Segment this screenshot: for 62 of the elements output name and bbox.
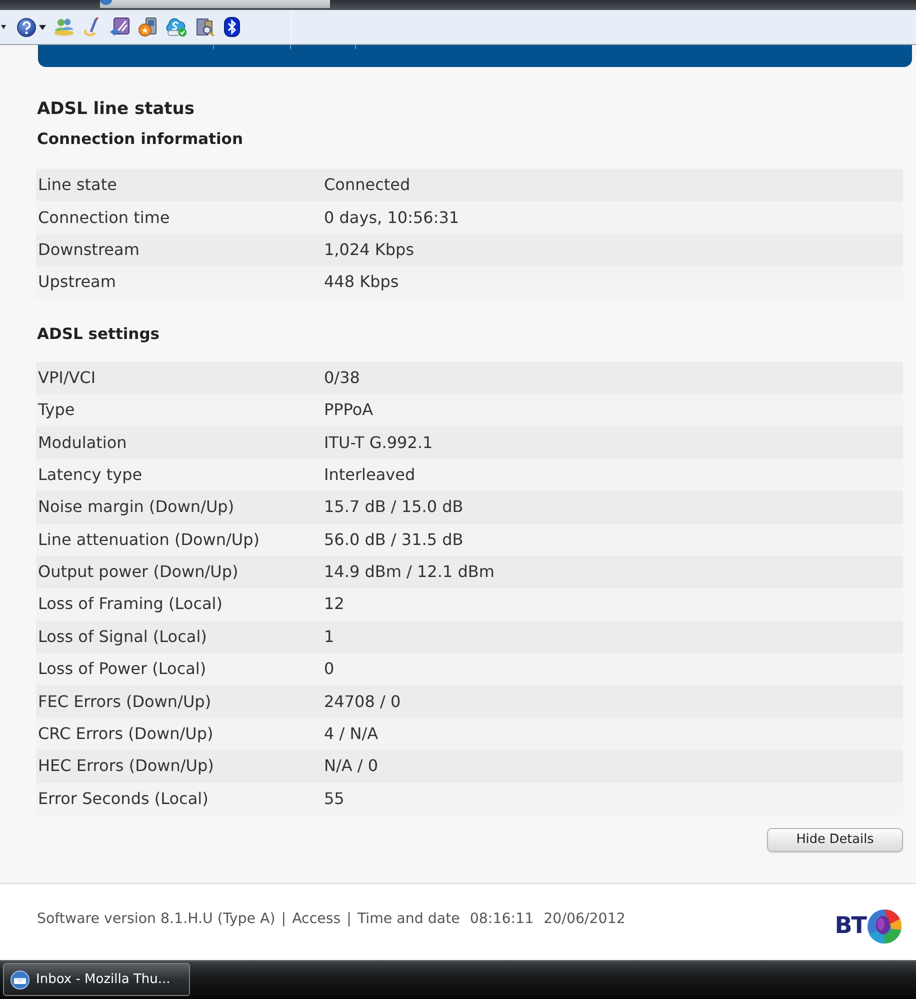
phone-badge-icon[interactable] [138, 17, 158, 37]
device-arrow-icon[interactable] [110, 17, 130, 37]
software-version-text: Software version 8.1.H.U (Type A) [37, 910, 276, 930]
field-value: 1 [324, 626, 334, 646]
field-value: 1,024 Kbps [324, 240, 414, 259]
field-value: 448 Kbps [324, 272, 399, 292]
field-label: Loss of Framing (Local) [38, 594, 222, 614]
caret-icon[interactable] [39, 24, 46, 30]
field-label: Connection time [38, 208, 170, 227]
separator-text: | [346, 910, 352, 930]
field-label: Downstream [38, 240, 140, 259]
field-label: Output power (Down/Up) [38, 562, 238, 582]
mail-icon [10, 970, 30, 990]
caret-icon[interactable] [1, 25, 6, 29]
document-search-icon[interactable] [195, 17, 216, 37]
taskbar-button[interactable]: Inbox - Mozilla Thu... [3, 963, 190, 996]
field-value: 55 [324, 788, 344, 808]
field-value: 4 / N/A [324, 724, 378, 744]
field-value: 24708 / 0 [324, 692, 401, 711]
field-value: 12 [324, 594, 344, 614]
field-label: FEC Errors (Down/Up) [38, 692, 212, 711]
field-label: Latency type [38, 464, 142, 484]
logo-globe-icon [866, 908, 903, 944]
field-label: HEC Errors (Down/Up) [38, 756, 214, 776]
field-label: Error Seconds (Local) [38, 788, 208, 808]
field-label: CRC Errors (Down/Up) [38, 724, 214, 744]
field-value: Interleaved [324, 464, 416, 484]
tab-icon [100, 0, 112, 5]
field-label: VPI/VCI [38, 368, 96, 387]
logo-text: BT [834, 914, 866, 938]
section-heading: Connection information [37, 129, 244, 149]
field-label: Modulation [38, 432, 127, 452]
cloud-check-icon[interactable] [166, 17, 187, 37]
date-text: 20/06/2012 [544, 910, 626, 930]
page-title: ADSL line status [37, 98, 196, 120]
field-value: Connected [324, 175, 410, 194]
field-value: PPPoA [324, 400, 374, 420]
field-value: 56.0 dB / 31.5 dB [324, 530, 464, 549]
field-value: 0 days, 10:56:31 [324, 208, 460, 227]
separator-text: | [281, 910, 286, 930]
field-label: Upstream [38, 272, 116, 292]
field-value: 0 [324, 659, 334, 678]
hide-details-button[interactable]: Hide Details [767, 828, 903, 852]
field-label: Type [38, 400, 75, 420]
people-icon[interactable] [54, 18, 74, 36]
field-value: ITU-T G.992.1 [324, 432, 433, 452]
field-label: Noise margin (Down/Up) [38, 497, 234, 516]
field-label: Loss of Signal (Local) [38, 626, 207, 646]
footer-link[interactable]: Access [292, 909, 341, 931]
help-icon[interactable] [17, 18, 36, 36]
bluetooth-icon[interactable] [224, 17, 240, 37]
field-value: 0/38 [324, 368, 360, 387]
field-value: 14.9 dBm / 12.1 dBm [324, 562, 494, 582]
field-value: N/A / 0 [324, 756, 378, 776]
field-label: Loss of Power (Local) [38, 659, 206, 678]
time-label: Time and date [357, 910, 460, 930]
field-label: Line state [38, 175, 117, 194]
browser-tab[interactable] [100, 0, 330, 8]
section-heading: ADSL settings [37, 324, 161, 344]
field-value: 15.7 dB / 15.0 dB [324, 497, 464, 516]
field-label: Line attenuation (Down/Up) [38, 530, 260, 549]
time-text: 08:16:11 [470, 910, 534, 930]
